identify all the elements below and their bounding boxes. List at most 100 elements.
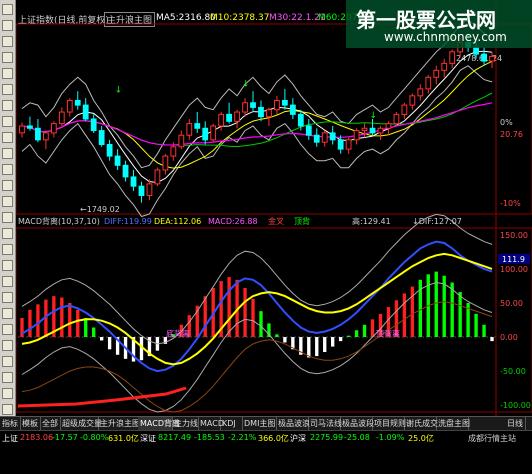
toolbar-button[interactable]: [2, 324, 13, 335]
toolbar-button[interactable]: [2, 4, 13, 15]
candle-body: [266, 109, 272, 118]
macd-dif-down: ↓DIF:127.07: [412, 217, 462, 226]
candle-body: [154, 169, 161, 185]
bottom-divergence-label: 底背离: [166, 328, 190, 338]
tab-15[interactable]: 洗盘主图: [436, 417, 470, 430]
candle-body: [226, 113, 233, 122]
candle-body: [401, 104, 408, 115]
toolbar-button[interactable]: [2, 372, 13, 383]
candle-body: [329, 132, 336, 141]
tab-5[interactable]: MACD背离: [138, 417, 180, 430]
sh-volume: 631.0亿: [108, 434, 139, 443]
tab-8[interactable]: KDJ: [220, 417, 243, 430]
tab-3[interactable]: 超级成交量: [60, 417, 102, 430]
macd-value: MACD:26.88: [208, 217, 258, 226]
tab-11[interactable]: 司马法线: [308, 417, 342, 430]
candle-body: [218, 113, 225, 127]
tab-14[interactable]: 谢氏成交: [404, 417, 438, 430]
tab-9[interactable]: DMI主图: [242, 417, 277, 430]
candle-body: [122, 164, 129, 178]
toolbar-button[interactable]: [2, 52, 13, 63]
candle-body: [297, 113, 304, 127]
ma10-line: [21, 60, 493, 169]
chart-area: 上证指数(日线,前复权) 主升浪主图 MA5:2316.80 M10:2378.…: [16, 0, 532, 444]
toolbar-button[interactable]: [2, 308, 13, 319]
candle-body: [313, 134, 320, 143]
hs-volume: 25.0亿: [408, 434, 434, 443]
toolbar-button[interactable]: [2, 36, 13, 47]
candle-body: [258, 106, 264, 118]
toolbar-button[interactable]: [2, 116, 13, 127]
macd-axis-label: 0.00: [500, 333, 518, 342]
hs-change: -25.08: [344, 433, 370, 442]
server-name[interactable]: 成都行情主站: [468, 433, 516, 444]
divergence-label: 顶背: [294, 216, 310, 226]
golden-cross-label: 金叉: [268, 216, 284, 226]
tab-6[interactable]: 主力线: [172, 417, 199, 430]
watermark-banner: 第一股票公式网 www.chnmoney.com: [346, 0, 532, 48]
toolbar-button[interactable]: [2, 228, 13, 239]
toolbar-button[interactable]: [2, 276, 13, 287]
candle-body: [393, 113, 400, 125]
candle-body: [114, 155, 121, 166]
macd-axis-label: 150.00: [500, 231, 528, 240]
banner-url: www.chnmoney.com: [384, 30, 507, 44]
sz-volume: 366.0亿: [258, 434, 289, 443]
toolbar-button[interactable]: [2, 68, 13, 79]
candle-body: [321, 132, 328, 143]
toolbar-button[interactable]: [2, 292, 13, 303]
candle-body: [19, 125, 25, 134]
tab-7[interactable]: MACD: [198, 417, 224, 430]
candle-body: [234, 111, 240, 122]
tab-10[interactable]: 极品波浪: [276, 417, 310, 430]
candle-body: [66, 99, 73, 113]
sz-label: 深证: [140, 434, 156, 443]
toolbar-button[interactable]: [2, 84, 13, 95]
candle-body: [50, 123, 57, 134]
toolbar-button[interactable]: [2, 100, 13, 111]
toolbar-button[interactable]: [2, 196, 13, 207]
candle-body: [82, 104, 89, 120]
candle-body: [481, 53, 487, 62]
toolbar-button[interactable]: [2, 340, 13, 351]
toolbar-button[interactable]: [2, 132, 13, 143]
tab-4[interactable]: 主升浪主图: [98, 417, 140, 430]
candle-body: [170, 146, 177, 157]
signal-arrow: ↓: [242, 80, 250, 90]
diff-value: DIFF:119.99: [104, 217, 152, 226]
candle-body: [106, 143, 113, 157]
candle-body: [409, 95, 416, 106]
tab-0[interactable]: 指标: [0, 417, 21, 430]
sh-label: 上证: [2, 434, 18, 443]
toolbar-button[interactable]: [2, 244, 13, 255]
tab-13[interactable]: 项目规则: [372, 417, 406, 430]
candle-body: [441, 62, 448, 71]
toolbar-button[interactable]: [2, 404, 13, 415]
period-label[interactable]: 日线: [505, 417, 526, 430]
sz-pct: -2.21%: [228, 433, 257, 442]
tab-12[interactable]: 极品波段: [340, 417, 374, 430]
dea-value: DEA:112.06: [154, 217, 201, 226]
candle-body: [377, 127, 384, 134]
candle-body: [58, 111, 65, 125]
candle-body: [146, 183, 153, 196]
toolbar-button[interactable]: [2, 164, 13, 175]
market-status-bar: 上证 2183.06 -17.57 -0.80% 631.0亿 深证 8217.…: [0, 430, 532, 447]
candle-body: [130, 176, 137, 187]
hs-label: 沪深: [290, 434, 306, 443]
toolbar-button[interactable]: [2, 356, 13, 367]
candle-body: [369, 127, 376, 134]
toolbar-button[interactable]: [2, 260, 13, 271]
toolbar-button[interactable]: [2, 148, 13, 159]
candle-body: [250, 102, 256, 108]
tab-2[interactable]: 全部: [40, 417, 61, 430]
tab-1[interactable]: 模板: [20, 417, 41, 430]
toolbar-button[interactable]: [2, 388, 13, 399]
toolbar-button[interactable]: [2, 212, 13, 223]
toolbar-button[interactable]: [2, 20, 13, 31]
price-axis-label: 20.76: [500, 130, 523, 139]
candle-body: [361, 127, 368, 132]
hs-pct: -1.09%: [376, 433, 405, 442]
sh-change: -17.57: [52, 433, 78, 442]
toolbar-button[interactable]: [2, 180, 13, 191]
